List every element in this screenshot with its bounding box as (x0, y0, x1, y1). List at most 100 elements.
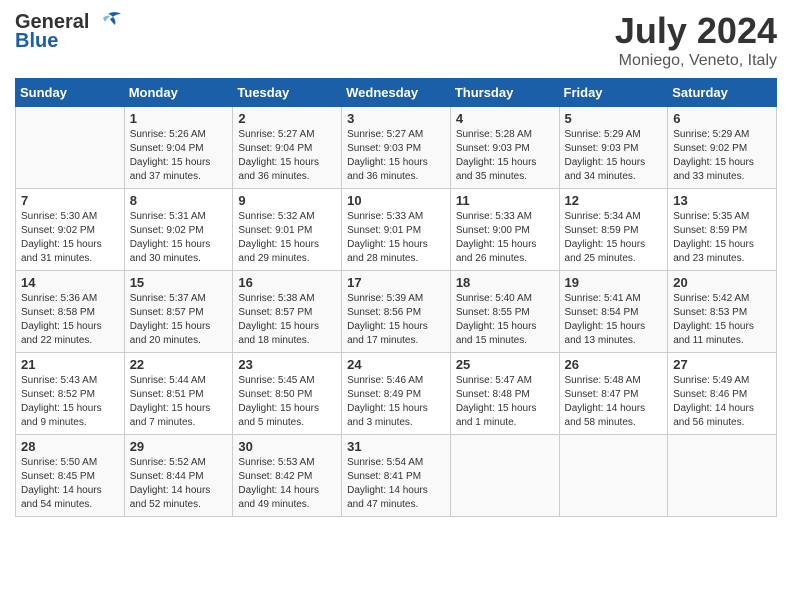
calendar-cell: 22Sunrise: 5:44 AM Sunset: 8:51 PM Dayli… (124, 353, 233, 435)
day-info: Sunrise: 5:29 AM Sunset: 9:03 PM Dayligh… (565, 128, 663, 184)
calendar-cell: 29 Sunrise: 5:52 AM Sunset: 8:44 PM Dayli… (124, 435, 233, 517)
day-number: 6 (673, 111, 771, 126)
calendar-cell (559, 435, 668, 517)
day-info: Sunrise: 5:41 AM Sunset: 8:54 PM Dayligh… (565, 292, 663, 348)
calendar-cell: 12Sunrise: 5:34 AM Sunset: 8:59 PM Dayli… (559, 189, 668, 271)
weekday-header: Thursday (450, 79, 559, 107)
calendar-cell: 7 Sunrise: 5:30 AM Sunset: 9:02 PM Daylig… (16, 189, 125, 271)
month-title: July 2024 (615, 10, 777, 52)
calendar-week-row: 7 Sunrise: 5:30 AM Sunset: 9:02 PM Daylig… (16, 189, 777, 271)
calendar-cell (450, 435, 559, 517)
calendar-cell: 16 Sunrise: 5:38 AM Sunset: 8:57 PM Dayli… (233, 271, 342, 353)
weekday-header: Wednesday (342, 79, 451, 107)
day-info: Sunrise: 5:46 AM Sunset: 8:49 PM Dayligh… (347, 374, 445, 430)
day-info: Sunrise: 5:43 AM Sunset: 8:52 PM Dayligh… (21, 374, 119, 430)
day-info: Sunrise: 5:33 AM Sunset: 9:00 PM Dayligh… (456, 210, 554, 266)
day-number: 22 (130, 357, 228, 372)
day-number: 24 (347, 357, 445, 372)
calendar-cell: 4 Sunrise: 5:28 AM Sunset: 9:03 PM Daylig… (450, 107, 559, 189)
day-info: Sunrise: 5:32 AM Sunset: 9:01 PM Dayligh… (238, 210, 336, 266)
calendar-cell: 23 Sunrise: 5:45 AM Sunset: 8:50 PM Dayli… (233, 353, 342, 435)
logo-blue-text: Blue (15, 30, 58, 53)
calendar-cell: 19 Sunrise: 5:41 AM Sunset: 8:54 PM Dayli… (559, 271, 668, 353)
day-number: 7 (21, 193, 119, 208)
calendar-cell: 18Sunrise: 5:40 AM Sunset: 8:55 PM Dayli… (450, 271, 559, 353)
day-info: Sunrise: 5:48 AM Sunset: 8:47 PM Dayligh… (565, 374, 663, 430)
day-number: 28 (21, 439, 119, 454)
day-info: Sunrise: 5:47 AM Sunset: 8:48 PM Dayligh… (456, 374, 554, 430)
day-info: Sunrise: 5:52 AM Sunset: 8:44 PM Dayligh… (130, 456, 228, 512)
calendar-cell: 21 Sunrise: 5:43 AM Sunset: 8:52 PM Dayli… (16, 353, 125, 435)
calendar-cell: 13Sunrise: 5:35 AM Sunset: 8:59 PM Dayli… (668, 189, 777, 271)
calendar-week-row: 14 Sunrise: 5:36 AM Sunset: 8:58 PM Dayli… (16, 271, 777, 353)
calendar-cell: 6Sunrise: 5:29 AM Sunset: 9:02 PM Daylig… (668, 107, 777, 189)
calendar-cell: 9 Sunrise: 5:32 AM Sunset: 9:01 PM Daylig… (233, 189, 342, 271)
day-number: 19 (565, 275, 663, 290)
calendar-body: 1Sunrise: 5:26 AM Sunset: 9:04 PM Daylig… (16, 107, 777, 517)
day-number: 14 (21, 275, 119, 290)
calendar-table: SundayMondayTuesdayWednesdayThursdayFrid… (15, 78, 777, 517)
weekday-header: Friday (559, 79, 668, 107)
calendar-cell: 8 Sunrise: 5:31 AM Sunset: 9:02 PM Daylig… (124, 189, 233, 271)
day-number: 29 (130, 439, 228, 454)
day-number: 8 (130, 193, 228, 208)
calendar-cell: 3Sunrise: 5:27 AM Sunset: 9:03 PM Daylig… (342, 107, 451, 189)
calendar-cell: 1Sunrise: 5:26 AM Sunset: 9:04 PM Daylig… (124, 107, 233, 189)
day-number: 31 (347, 439, 445, 454)
calendar-cell: 14 Sunrise: 5:36 AM Sunset: 8:58 PM Dayli… (16, 271, 125, 353)
day-number: 30 (238, 439, 336, 454)
day-info: Sunrise: 5:36 AM Sunset: 8:58 PM Dayligh… (21, 292, 119, 348)
day-info: Sunrise: 5:27 AM Sunset: 9:04 PM Dayligh… (238, 128, 336, 184)
calendar-cell: 15 Sunrise: 5:37 AM Sunset: 8:57 PM Dayli… (124, 271, 233, 353)
weekday-header: Tuesday (233, 79, 342, 107)
day-info: Sunrise: 5:40 AM Sunset: 8:55 PM Dayligh… (456, 292, 554, 348)
logo-bird-icon (93, 10, 123, 34)
day-number: 4 (456, 111, 554, 126)
location-title: Moniego, Veneto, Italy (615, 52, 777, 70)
day-number: 10 (347, 193, 445, 208)
page-header: General Blue July 2024 Moniego, Veneto, … (15, 10, 777, 70)
day-info: Sunrise: 5:49 AM Sunset: 8:46 PM Dayligh… (673, 374, 771, 430)
weekday-header: Monday (124, 79, 233, 107)
day-number: 12 (565, 193, 663, 208)
day-number: 5 (565, 111, 663, 126)
calendar-cell: 11 Sunrise: 5:33 AM Sunset: 9:00 PM Dayli… (450, 189, 559, 271)
day-info: Sunrise: 5:28 AM Sunset: 9:03 PM Dayligh… (456, 128, 554, 184)
calendar-cell: 24 Sunrise: 5:46 AM Sunset: 8:49 PM Dayli… (342, 353, 451, 435)
calendar-header: SundayMondayTuesdayWednesdayThursdayFrid… (16, 79, 777, 107)
calendar-week-row: 28Sunrise: 5:50 AM Sunset: 8:45 PM Dayli… (16, 435, 777, 517)
day-info: Sunrise: 5:30 AM Sunset: 9:02 PM Dayligh… (21, 210, 119, 266)
calendar-cell: 2 Sunrise: 5:27 AM Sunset: 9:04 PM Daylig… (233, 107, 342, 189)
day-number: 20 (673, 275, 771, 290)
day-number: 16 (238, 275, 336, 290)
weekday-header: Saturday (668, 79, 777, 107)
calendar-cell: 20 Sunrise: 5:42 AM Sunset: 8:53 PM Dayli… (668, 271, 777, 353)
day-info: Sunrise: 5:37 AM Sunset: 8:57 PM Dayligh… (130, 292, 228, 348)
title-section: July 2024 Moniego, Veneto, Italy (615, 10, 777, 70)
day-info: Sunrise: 5:31 AM Sunset: 9:02 PM Dayligh… (130, 210, 228, 266)
day-info: Sunrise: 5:38 AM Sunset: 8:57 PM Dayligh… (238, 292, 336, 348)
day-info: Sunrise: 5:45 AM Sunset: 8:50 PM Dayligh… (238, 374, 336, 430)
day-number: 1 (130, 111, 228, 126)
day-number: 11 (456, 193, 554, 208)
calendar-week-row: 21 Sunrise: 5:43 AM Sunset: 8:52 PM Dayli… (16, 353, 777, 435)
calendar-cell: 5 Sunrise: 5:29 AM Sunset: 9:03 PM Daylig… (559, 107, 668, 189)
day-number: 2 (238, 111, 336, 126)
day-info: Sunrise: 5:42 AM Sunset: 8:53 PM Dayligh… (673, 292, 771, 348)
day-number: 9 (238, 193, 336, 208)
calendar-cell: 17Sunrise: 5:39 AM Sunset: 8:56 PM Dayli… (342, 271, 451, 353)
day-number: 17 (347, 275, 445, 290)
day-number: 15 (130, 275, 228, 290)
calendar-cell (668, 435, 777, 517)
calendar-cell: 25Sunrise: 5:47 AM Sunset: 8:48 PM Dayli… (450, 353, 559, 435)
calendar-week-row: 1Sunrise: 5:26 AM Sunset: 9:04 PM Daylig… (16, 107, 777, 189)
logo: General Blue (15, 10, 123, 53)
day-number: 21 (21, 357, 119, 372)
calendar-cell: 30Sunrise: 5:53 AM Sunset: 8:42 PM Dayli… (233, 435, 342, 517)
calendar-cell (16, 107, 125, 189)
day-number: 26 (565, 357, 663, 372)
day-number: 23 (238, 357, 336, 372)
calendar-cell: 28Sunrise: 5:50 AM Sunset: 8:45 PM Dayli… (16, 435, 125, 517)
day-info: Sunrise: 5:27 AM Sunset: 9:03 PM Dayligh… (347, 128, 445, 184)
calendar-cell: 26 Sunrise: 5:48 AM Sunset: 8:47 PM Dayli… (559, 353, 668, 435)
